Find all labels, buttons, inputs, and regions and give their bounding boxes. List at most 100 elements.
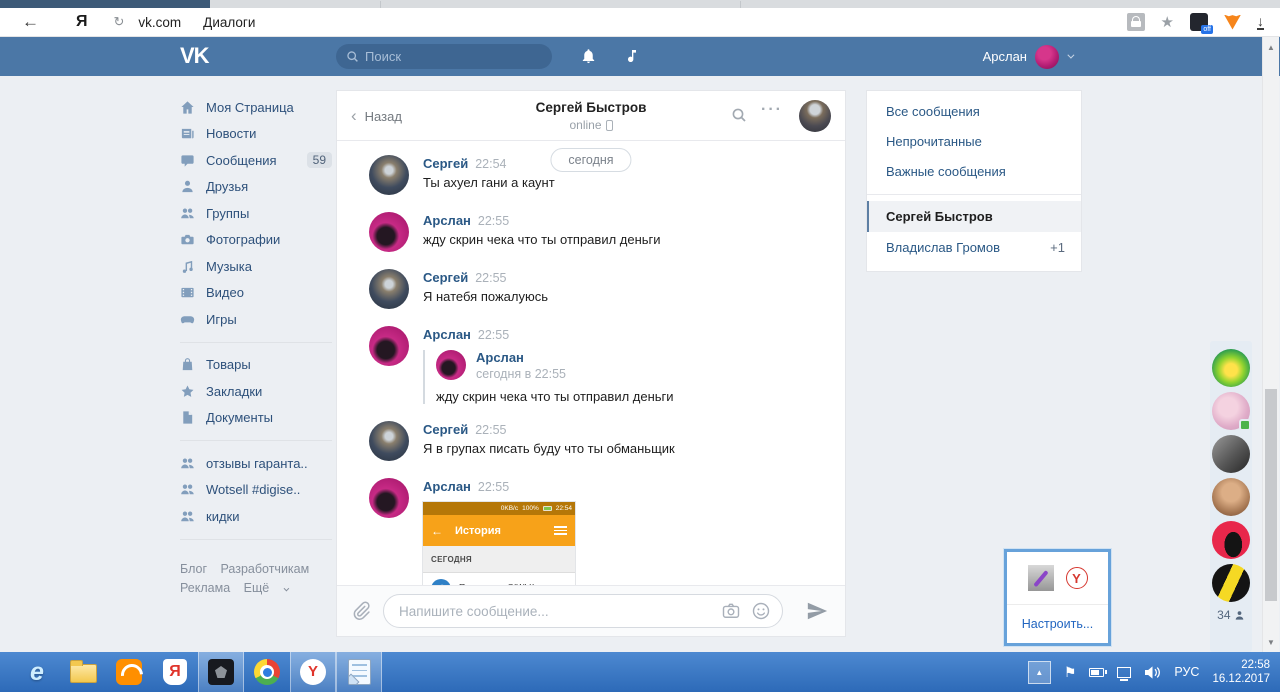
message-author[interactable]: Сергей	[423, 270, 468, 285]
world-of-tanks-icon	[208, 659, 234, 685]
downloads-icon[interactable]: ↓	[1257, 15, 1264, 30]
notifications-bell-icon[interactable]	[580, 47, 597, 65]
vk-logo[interactable]: VK	[180, 43, 209, 69]
taskbar-yandex-button[interactable]: Я	[152, 652, 198, 692]
footer-link-blog[interactable]: Блог	[180, 562, 207, 576]
friend-avatar[interactable]	[1212, 564, 1250, 602]
avatar[interactable]	[369, 212, 409, 252]
emoji-smiley-icon[interactable]	[751, 601, 771, 621]
refresh-icon[interactable]: ↻	[114, 14, 125, 30]
taskbar-chrome-button[interactable]	[244, 652, 290, 692]
sidebar-item-community-1[interactable]: отзывы гаранта..	[180, 450, 332, 477]
sidebar-divider	[180, 539, 332, 540]
avatar[interactable]	[369, 478, 409, 518]
action-center-flag-icon[interactable]: ⚑	[1064, 664, 1077, 681]
volume-tray-icon[interactable]	[1144, 665, 1161, 680]
sidebar-item-messages[interactable]: Сообщения 59	[180, 147, 332, 174]
global-search-input[interactable]: Поиск	[336, 44, 552, 69]
camera-icon[interactable]	[721, 601, 741, 621]
taskbar-wot-button[interactable]	[198, 652, 244, 692]
taskbar-explorer-button[interactable]	[60, 652, 106, 692]
scrollbar-thumb[interactable]	[1265, 389, 1277, 601]
active-tab[interactable]	[0, 0, 210, 8]
sidebar-item-groups[interactable]: Группы	[180, 200, 332, 227]
send-icon[interactable]	[805, 600, 829, 622]
avatar[interactable]	[436, 350, 466, 380]
sidebar-item-news[interactable]: Новости	[180, 121, 332, 148]
footer-link-ads[interactable]: Реклама	[180, 581, 230, 595]
chat-search-icon[interactable]	[731, 107, 747, 123]
sidebar-item-profile[interactable]: Моя Страница	[180, 94, 332, 121]
adblock-extension-icon[interactable]: off	[1190, 13, 1208, 31]
chat-peer-avatar[interactable]	[799, 100, 831, 132]
sidebar-item-photos[interactable]: Фотографии	[180, 227, 332, 254]
photo-attachment-qiwi-screenshot[interactable]: 0KB/c 100% 22:54 ← История сегодня	[423, 502, 575, 585]
sidebar-item-community-3[interactable]: кидки	[180, 503, 332, 530]
clock[interactable]: 22:58 16.12.2017	[1212, 658, 1270, 686]
messages-filter-panel: Все сообщения Непрочитанные Важные сообщ…	[866, 90, 1082, 272]
yandex-logo-icon[interactable]: Я	[76, 13, 88, 31]
avatar[interactable]	[369, 421, 409, 461]
scroll-down-arrow[interactable]: ▼	[1263, 638, 1279, 647]
footer-link-more[interactable]: Ещё	[244, 581, 297, 595]
filter-important[interactable]: Важные сообщения	[867, 157, 1081, 187]
scroll-up-arrow[interactable]: ▲	[1263, 43, 1279, 52]
page-scrollbar[interactable]: ▲ ▼	[1262, 37, 1279, 652]
chat-actions-menu-icon[interactable]: ···	[761, 101, 783, 119]
taskbar-ie-button[interactable]: e	[14, 652, 60, 692]
filter-unread[interactable]: Непрочитанные	[867, 127, 1081, 157]
attach-paperclip-icon[interactable]	[351, 601, 371, 621]
sidebar-divider	[180, 440, 332, 441]
taskbar-notepad-button[interactable]	[336, 652, 382, 692]
network-tray-icon[interactable]	[1117, 667, 1131, 678]
footer-link-developers[interactable]: Разработчикам	[221, 562, 310, 576]
sidebar-item-video[interactable]: Видео	[180, 280, 332, 307]
vk-header: VK Поиск Арслан	[0, 37, 1280, 76]
metamask-extension-icon[interactable]	[1224, 15, 1241, 30]
taskbar-ucbrowser-button[interactable]	[106, 652, 152, 692]
friend-avatar[interactable]	[1212, 435, 1250, 473]
sidebar-item-market[interactable]: Товары	[180, 352, 332, 379]
message-author[interactable]: Сергей	[423, 422, 468, 437]
message-author[interactable]: Арслан	[423, 479, 471, 494]
friends-online-count[interactable]: 34	[1210, 608, 1252, 622]
message-author[interactable]: Сергей	[423, 156, 468, 171]
battery-tray-icon[interactable]	[1089, 668, 1104, 677]
message-author[interactable]: Арслан	[423, 213, 471, 228]
sidebar-item-community-2[interactable]: Wotsell #digise..	[180, 477, 332, 504]
friend-avatar[interactable]	[1212, 478, 1250, 516]
show-hidden-icons-button[interactable]: ▲	[1028, 661, 1051, 684]
sidebar-item-bookmarks[interactable]: Закладки	[180, 378, 332, 405]
friend-avatar[interactable]	[1212, 392, 1250, 430]
quoted-author[interactable]: Арслан	[476, 350, 566, 365]
conversation-item[interactable]: Владислав Громов +1	[867, 232, 1081, 263]
site-lock-icon[interactable]	[1127, 13, 1145, 31]
music-icon[interactable]	[624, 47, 640, 65]
chat-panel: ‹Назад Сергей Быстров online ··· сегодня…	[336, 90, 846, 637]
date-divider[interactable]: сегодня	[550, 148, 631, 172]
left-sidebar: Моя Страница Новости Сообщения 59 Друзья…	[180, 94, 332, 598]
language-indicator[interactable]: РУС	[1174, 665, 1199, 679]
taskbar-yandex-browser-button[interactable]: Y	[290, 652, 336, 692]
sidebar-item-games[interactable]: Игры	[180, 306, 332, 333]
avatar[interactable]	[369, 269, 409, 309]
message-author[interactable]: Арслан	[423, 327, 471, 342]
avatar[interactable]	[369, 155, 409, 195]
sidebar-item-docs[interactable]: Документы	[180, 405, 332, 432]
avatar[interactable]	[369, 326, 409, 366]
bookmark-star-icon[interactable]: ★	[1161, 13, 1174, 31]
yandex-browser-tray-icon[interactable]: Y	[1066, 567, 1088, 589]
address-bar[interactable]: ↻ vk.com Диалоги	[114, 14, 256, 30]
tab-separator	[740, 1, 741, 8]
friend-avatar[interactable]	[1212, 349, 1250, 387]
filter-all-messages[interactable]: Все сообщения	[867, 97, 1081, 127]
friend-avatar[interactable]	[1212, 521, 1250, 559]
conversation-item-selected[interactable]: Сергей Быстров	[867, 201, 1081, 232]
sidebar-item-music[interactable]: Музыка	[180, 253, 332, 280]
account-menu[interactable]: Арслан	[983, 37, 1072, 76]
pen-tablet-tray-icon[interactable]	[1028, 565, 1054, 591]
url-text[interactable]: vk.com	[138, 15, 181, 30]
sidebar-item-friends[interactable]: Друзья	[180, 174, 332, 201]
customize-tray-link[interactable]: Настроить...	[1007, 605, 1108, 643]
browser-back-button[interactable]: ←	[22, 12, 52, 32]
